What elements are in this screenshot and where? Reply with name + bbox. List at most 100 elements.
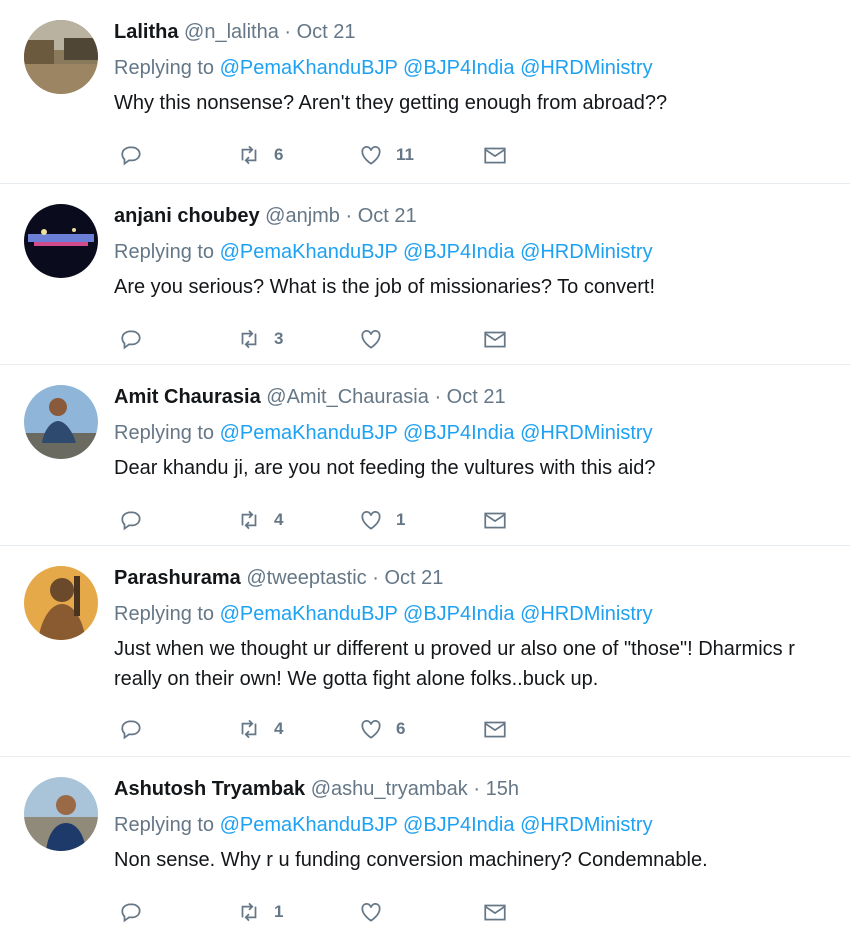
retweet-count: 1 [274, 902, 284, 921]
envelope-icon [484, 721, 506, 738]
user-handle[interactable]: @ashu_tryambak [311, 778, 468, 800]
mention-link[interactable]: @HRDMinistry [520, 603, 653, 625]
separator-dot: · [473, 778, 481, 800]
reply-button[interactable] [118, 897, 144, 927]
mention-link[interactable]: @HRDMinistry [520, 422, 653, 444]
display-name[interactable]: Lalitha [114, 21, 178, 43]
user-handle[interactable]: @n_lalitha [184, 21, 279, 43]
reply-button[interactable] [118, 324, 144, 354]
reply-button[interactable] [118, 140, 144, 170]
replying-to: Replying to @PemaKhanduBJP @BJP4India @H… [114, 811, 842, 839]
direct-message-button[interactable] [482, 897, 508, 927]
mention-link[interactable]: @BJP4India [403, 57, 514, 79]
avatar[interactable] [24, 204, 98, 278]
user-handle[interactable]: @anjmb [265, 205, 340, 227]
tweet-text: Why this nonsense? Aren't they getting e… [114, 92, 668, 114]
replying-prefix: Replying to [114, 603, 215, 625]
retweet-icon [241, 902, 257, 922]
mention-link[interactable]: @BJP4India [403, 241, 514, 263]
timestamp[interactable]: Oct 21 [447, 386, 506, 408]
timestamp[interactable]: 15h [486, 778, 519, 800]
retweet-icon [241, 719, 257, 739]
timestamp[interactable]: Oct 21 [297, 21, 356, 43]
tweet-text: Non sense. Why r u funding conversion ma… [114, 849, 708, 871]
direct-message-button[interactable] [482, 324, 508, 354]
retweet-button[interactable]: 6 [236, 140, 283, 170]
mention-link[interactable]: @BJP4India [403, 814, 514, 836]
mention-link[interactable]: @PemaKhanduBJP [220, 241, 398, 263]
mention-link[interactable]: @PemaKhanduBJP [220, 57, 398, 79]
tweet-content: anjani choubey @anjmb · Oct 21 Replying … [114, 202, 842, 302]
tweet[interactable]: anjani choubey @anjmb · Oct 21 Replying … [0, 183, 850, 364]
mention-link[interactable]: @HRDMinistry [520, 241, 653, 263]
reply-button[interactable] [118, 505, 144, 535]
display-name[interactable]: Parashurama [114, 567, 241, 589]
like-button[interactable]: 6 [358, 714, 405, 744]
tweet-content: Parashurama @tweeptastic · Oct 21 Replyi… [114, 564, 842, 694]
timestamp[interactable]: Oct 21 [358, 205, 417, 227]
reply-icon [121, 146, 141, 166]
user-handle[interactable]: @Amit_Chaurasia [266, 386, 429, 408]
avatar[interactable] [24, 777, 98, 851]
tweet[interactable]: Ashutosh Tryambak @ashu_tryambak · 15h R… [0, 756, 850, 939]
avatar[interactable] [24, 385, 98, 459]
avatar[interactable] [24, 20, 98, 94]
mention-link[interactable]: @PemaKhanduBJP [220, 814, 398, 836]
tweet-text: Dear khandu ji, are you not feeding the … [114, 457, 656, 479]
direct-message-button[interactable] [482, 505, 508, 535]
retweet-icon [241, 329, 257, 349]
envelope-icon [484, 512, 506, 529]
heart-icon [361, 720, 381, 739]
retweet-button[interactable]: 4 [236, 714, 283, 744]
replying-prefix: Replying to [114, 814, 215, 836]
direct-message-button[interactable] [482, 140, 508, 170]
heart-icon [361, 903, 381, 922]
avatar[interactable] [24, 566, 98, 640]
direct-message-button[interactable] [482, 714, 508, 744]
heart-icon [361, 511, 381, 530]
like-button[interactable]: 11 [358, 140, 414, 170]
retweet-count: 4 [274, 510, 284, 529]
tweet-feed: Lalitha @n_lalitha · Oct 21 Replying to … [0, 0, 850, 939]
like-button[interactable] [358, 897, 396, 927]
tweet-text: Just when we thought ur different u prov… [114, 638, 795, 690]
mention-link[interactable]: @PemaKhanduBJP [220, 422, 398, 444]
like-button[interactable]: 1 [358, 505, 405, 535]
reply-icon [121, 903, 141, 923]
retweet-button[interactable]: 1 [236, 897, 283, 927]
envelope-icon [484, 147, 506, 164]
mention-link[interactable]: @HRDMinistry [520, 814, 653, 836]
tweet-header: Ashutosh Tryambak @ashu_tryambak · 15h [114, 775, 842, 803]
like-button[interactable] [358, 324, 396, 354]
replying-prefix: Replying to [114, 241, 215, 263]
reply-icon [121, 720, 141, 740]
mention-link[interactable]: @BJP4India [403, 603, 514, 625]
tweet-content: Amit Chaurasia @Amit_Chaurasia · Oct 21 … [114, 383, 842, 483]
mention-link[interactable]: @HRDMinistry [520, 57, 653, 79]
like-count: 11 [396, 145, 414, 164]
replying-to: Replying to @PemaKhanduBJP @BJP4India @H… [114, 54, 842, 82]
mention-link[interactable]: @PemaKhanduBJP [220, 603, 398, 625]
tweet-content: Ashutosh Tryambak @ashu_tryambak · 15h R… [114, 775, 842, 875]
tweet[interactable]: Parashurama @tweeptastic · Oct 21 Replyi… [0, 545, 850, 756]
heart-icon [361, 146, 381, 165]
heart-icon [361, 330, 381, 349]
retweet-icon [241, 510, 257, 530]
timestamp[interactable]: Oct 21 [384, 567, 443, 589]
replying-to: Replying to @PemaKhanduBJP @BJP4India @H… [114, 600, 842, 628]
like-count: 1 [396, 510, 406, 529]
retweet-button[interactable]: 3 [236, 324, 283, 354]
retweet-icon [241, 145, 257, 165]
retweet-button[interactable]: 4 [236, 505, 283, 535]
like-count: 6 [396, 719, 406, 738]
retweet-count: 3 [274, 329, 284, 348]
tweet[interactable]: Lalitha @n_lalitha · Oct 21 Replying to … [0, 0, 850, 183]
display-name[interactable]: anjani choubey [114, 205, 260, 227]
mention-link[interactable]: @BJP4India [403, 422, 514, 444]
tweet[interactable]: Amit Chaurasia @Amit_Chaurasia · Oct 21 … [0, 364, 850, 545]
display-name[interactable]: Amit Chaurasia [114, 386, 261, 408]
separator-dot: · [434, 386, 442, 408]
display-name[interactable]: Ashutosh Tryambak [114, 778, 305, 800]
reply-button[interactable] [118, 714, 144, 744]
user-handle[interactable]: @tweeptastic [246, 567, 366, 589]
